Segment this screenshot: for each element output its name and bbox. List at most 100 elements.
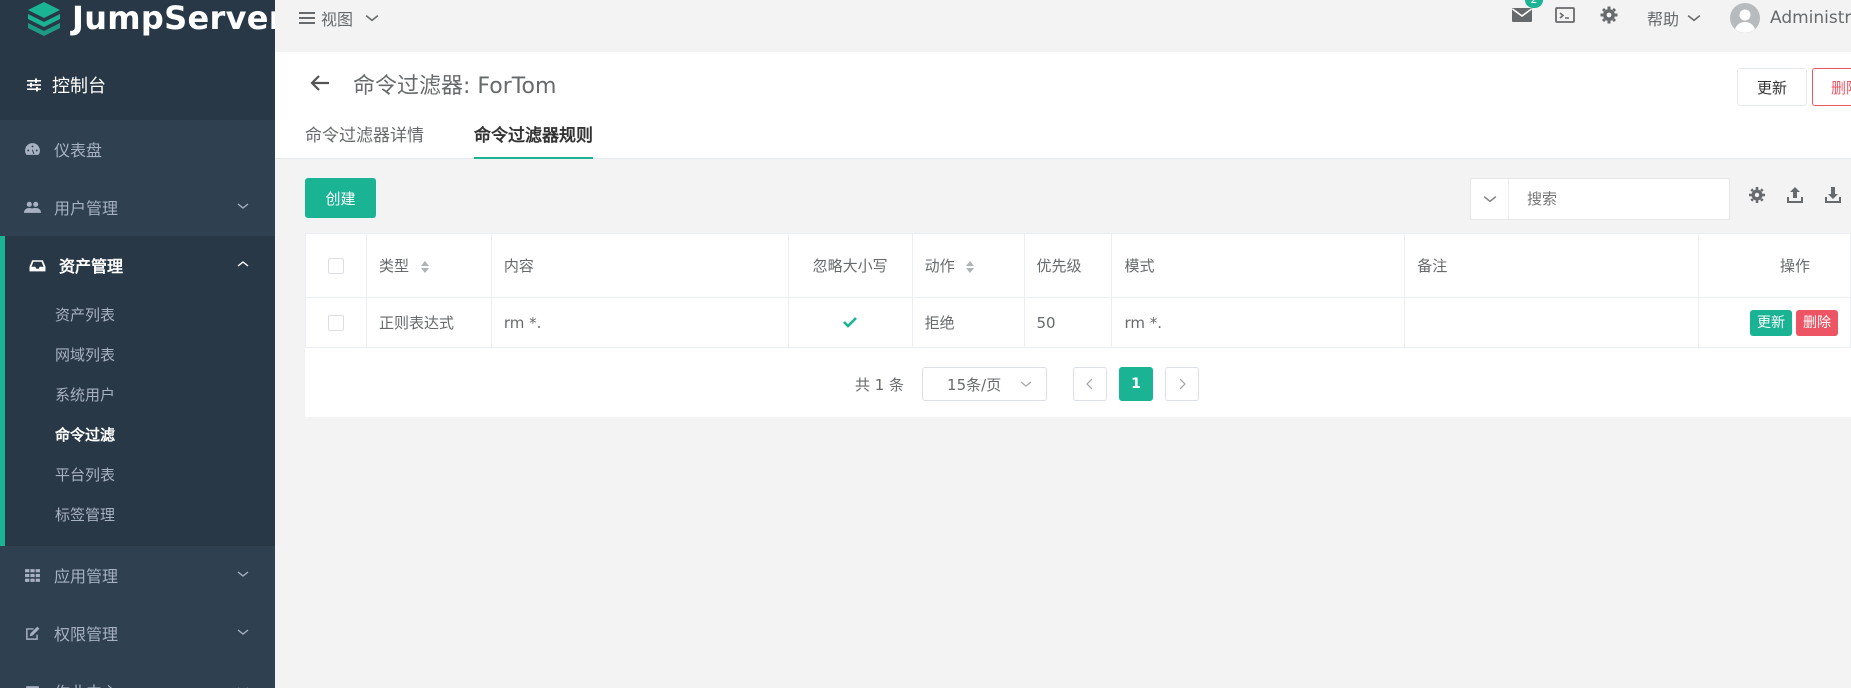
assets-submenu: 资产列表 网域列表 系统用户 命令过滤 平台列表 标签管理 [5, 294, 275, 546]
chevron-up-icon [237, 261, 249, 267]
total-count: 共 1 条 [854, 375, 905, 394]
back-arrow-icon[interactable] [309, 72, 331, 94]
brand-name: JumpServer [72, 0, 275, 37]
sidebar-group-assets: 资产管理 资产列表 网域列表 系统用户 命令过滤 平台列表 标签管理 [0, 236, 275, 546]
cell-content: rm *. [490, 297, 789, 348]
hamburger-icon [299, 12, 315, 24]
gear-icon[interactable] [1748, 186, 1766, 204]
column-header-priority: 优先级 [1023, 233, 1113, 298]
search-input[interactable] [1509, 190, 1709, 208]
view-menu-button[interactable]: 视图 [299, 6, 379, 30]
column-header-type[interactable]: 类型 [365, 233, 492, 298]
sidebar-item-label: 用户管理 [54, 199, 119, 218]
column-header-ignore-case: 忽略大小写 [787, 233, 913, 298]
row-checkbox[interactable] [327, 315, 344, 331]
column-label: 类型 [378, 257, 409, 275]
chevron-down-icon [237, 203, 249, 209]
chevron-down-icon [1687, 15, 1701, 22]
grid-icon [25, 568, 40, 582]
tab-filter-detail[interactable]: 命令过滤器详情 [305, 122, 424, 159]
select-all-checkbox[interactable] [327, 258, 344, 274]
check-icon [843, 316, 858, 328]
column-header-operations: 操作 [1697, 233, 1851, 298]
row-select-cell[interactable] [305, 297, 367, 348]
console-link[interactable]: 控制台 [26, 72, 106, 98]
sidebar-subitem-command-filter[interactable]: 命令过滤 [5, 414, 275, 454]
upload-icon[interactable] [1786, 186, 1804, 204]
messages-button[interactable] [1511, 6, 1533, 24]
rules-table: 类型 内容 忽略大小写 动作 优先级 模式 备注 操作 正则表达式 rm *. [305, 233, 1851, 348]
column-header-action[interactable]: 动作 [911, 233, 1025, 298]
sidebar-item-jobs[interactable]: 作业中心 [0, 662, 275, 688]
download-icon[interactable] [1824, 186, 1842, 204]
sidebar-subitem-asset-list[interactable]: 资产列表 [5, 294, 275, 334]
sidebar-item-applications[interactable]: 应用管理 [0, 546, 275, 604]
logo-area: JumpServer 控制台 [0, 0, 275, 120]
gear-icon [1600, 6, 1618, 24]
topbar: 视图 2 帮助 Administrator [275, 0, 1851, 52]
user-menu-button[interactable]: Administrator [1730, 3, 1851, 33]
pagination: 共 1 条 15条/页 1 [260, 367, 1806, 401]
sidebar-item-label: 应用管理 [54, 567, 119, 586]
sidebar-item-label: 资产管理 [59, 257, 124, 276]
sliders-icon [27, 78, 41, 92]
sidebar-subitem-platform-list[interactable]: 平台列表 [5, 454, 275, 494]
cell-type: 正则表达式 [365, 297, 492, 348]
tabs: 命令过滤器详情 命令过滤器规则 [305, 122, 593, 159]
sidebar-item-users[interactable]: 用户管理 [0, 178, 275, 236]
terminal-icon [1555, 7, 1575, 23]
web-terminal-button[interactable] [1555, 6, 1575, 24]
search-field-select[interactable] [1471, 179, 1509, 219]
sidebar-item-permissions[interactable]: 权限管理 [0, 604, 275, 662]
console-label: 控制台 [52, 76, 106, 97]
sidebar-item-label: 权限管理 [54, 625, 119, 644]
chevron-down-icon [237, 571, 249, 577]
update-button[interactable]: 更新 [1737, 68, 1807, 106]
table-tools [1748, 186, 1842, 204]
header-select-all[interactable] [305, 233, 367, 298]
sidebar-subitem-label-management[interactable]: 标签管理 [5, 494, 275, 534]
cell-action: 拒绝 [911, 297, 1025, 348]
dashboard-icon [25, 142, 40, 155]
cell-priority: 50 [1023, 297, 1113, 348]
chevron-down-icon [1020, 381, 1032, 387]
page-size-select[interactable]: 15条/页 [922, 367, 1048, 401]
create-button[interactable]: 创建 [305, 178, 376, 218]
sidebar-subitem-system-users[interactable]: 系统用户 [5, 374, 275, 414]
page-title: 命令过滤器: ForTom [353, 74, 557, 99]
cell-comment [1404, 297, 1699, 348]
sidebar-nav: 仪表盘 用户管理 资产管理 资产列表 网域列表 系统用户 命令过滤 平台列表 标… [0, 120, 275, 688]
search-box [1470, 178, 1730, 220]
sidebar-item-assets[interactable]: 资产管理 [5, 236, 275, 294]
rules-table-panel: 类型 内容 忽略大小写 动作 优先级 模式 备注 操作 正则表达式 rm *. [305, 233, 1851, 417]
row-update-button[interactable]: 更新 [1750, 309, 1792, 336]
chevron-right-icon [1179, 378, 1186, 390]
view-label: 视图 [321, 10, 354, 29]
row-delete-button[interactable]: 删除 [1796, 309, 1838, 336]
jumpserver-logo-icon [28, 2, 60, 36]
column-label: 动作 [924, 257, 955, 275]
cell-ignore-case [787, 297, 913, 348]
delete-button[interactable]: 删除 [1812, 68, 1851, 106]
sidebar-subitem-domain-list[interactable]: 网域列表 [5, 334, 275, 374]
column-header-content: 内容 [490, 233, 789, 298]
tab-filter-rules[interactable]: 命令过滤器规则 [474, 122, 593, 159]
page-size-value: 15条/页 [947, 375, 1002, 394]
table-header-row: 类型 内容 忽略大小写 动作 优先级 模式 备注 操作 [305, 233, 1851, 298]
prev-page-button[interactable] [1073, 367, 1108, 401]
settings-button[interactable] [1600, 6, 1618, 24]
cell-operations: 更新 删除 [1697, 297, 1851, 348]
job-icon [26, 685, 39, 688]
sidebar-item-dashboard[interactable]: 仪表盘 [0, 120, 275, 178]
help-label: 帮助 [1647, 10, 1680, 29]
users-icon [24, 201, 41, 213]
chevron-down-icon [237, 629, 249, 635]
next-page-button[interactable] [1165, 367, 1200, 401]
chevron-down-icon [365, 15, 379, 22]
table-row: 正则表达式 rm *. 拒绝 50 rm *. 更新 删除 [305, 297, 1851, 348]
sort-icon[interactable] [965, 260, 975, 274]
sort-icon[interactable] [420, 260, 430, 274]
user-name: Administrator [1770, 8, 1851, 28]
help-menu-button[interactable]: 帮助 [1647, 6, 1701, 30]
page-number-button[interactable]: 1 [1119, 367, 1154, 401]
